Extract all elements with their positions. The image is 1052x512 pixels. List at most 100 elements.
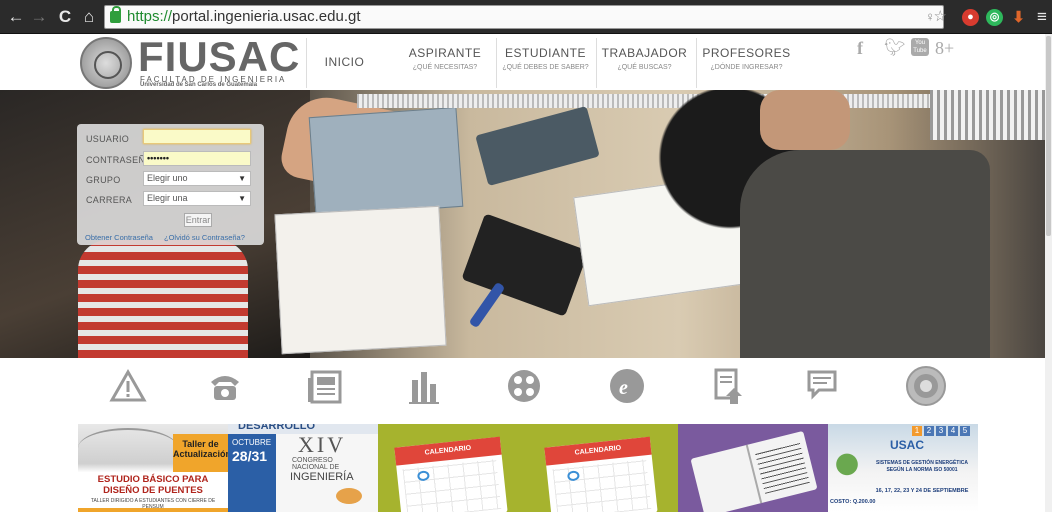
banner6-page-3[interactable]: 3 xyxy=(936,426,946,436)
menu-trabajador[interactable]: TRABAJADOR ¿QUÉ BUSCAS? xyxy=(596,38,692,88)
hero-calculator-1 xyxy=(475,106,600,186)
url-scheme: https:// xyxy=(127,8,173,25)
menu-inicio[interactable]: INICIO xyxy=(306,38,382,88)
banner2-line2: NACIONAL DE xyxy=(292,464,340,471)
banner2-roman: XIV xyxy=(298,432,347,457)
banner1-main: ESTUDIO BÁSICO PARA DISEÑO DE PUENTES xyxy=(97,474,209,496)
banner-congreso-ingenieria[interactable]: DESARROLLO OCTUBRE 28/31 XIV CONGRESO NA… xyxy=(228,424,378,512)
banner2-line1: CONGRESO xyxy=(292,457,333,464)
banner6-page-1[interactable]: 1 xyxy=(912,426,922,436)
calendar2-grid xyxy=(552,459,652,512)
banner6-line1: SISTEMAS DE GESTIÓN ENERGÉTICA xyxy=(876,460,968,466)
carrera-select[interactable]: Elegir una ▼ xyxy=(143,191,251,206)
grupo-select-value: Elegir uno xyxy=(147,173,188,183)
browser-toolbar: ← → C ⌂ https://portal.ingenieria.usac.e… xyxy=(0,0,1052,34)
hero-book xyxy=(308,106,464,218)
hero-right-hand xyxy=(760,90,850,150)
quick-links-row: e xyxy=(0,358,1045,424)
carrera-label: CARRERA xyxy=(86,195,133,205)
banner6-page-2[interactable]: 2 xyxy=(924,426,934,436)
address-bar[interactable]: https://portal.ingenieria.usac.edu.gt ♀ … xyxy=(104,5,947,29)
warning-icon[interactable] xyxy=(108,366,148,406)
banner2-date: 28/31 xyxy=(232,448,268,464)
site-header: FIUSAC FACULTAD DE INGENIERIA Universida… xyxy=(0,34,1045,90)
menu-trabajador-label: TRABAJADOR xyxy=(601,46,688,60)
film-reel-icon[interactable] xyxy=(504,366,544,406)
menu-estudiante[interactable]: ESTUDIANTE ¿QUÉ DEBES DE SABER? xyxy=(496,38,594,88)
twitter-icon[interactable]: 🐦︎ xyxy=(884,38,906,58)
scroll-thumb[interactable] xyxy=(1046,36,1051,236)
elearning-icon[interactable]: e xyxy=(607,366,647,406)
obtener-contrasena-link[interactable]: Obtener Contraseña xyxy=(85,233,153,242)
usuario-label: USUARIO xyxy=(86,134,130,144)
grupo-select[interactable]: Elegir uno ▼ xyxy=(143,171,251,186)
olvido-contrasena-link[interactable]: ¿Olvidó su Contraseña? xyxy=(164,233,245,242)
menu-aspirante-label: ASPIRANTE xyxy=(408,46,482,60)
carrera-select-value: Elegir una xyxy=(147,193,188,203)
login-form: USUARIO CONTRASEÑA ••••••• GRUPO Elegir … xyxy=(77,124,264,245)
url-host: portal.ingenieria.usac.edu.gt xyxy=(172,8,361,25)
banner2-logo-badge xyxy=(336,488,362,504)
svg-text:e: e xyxy=(619,377,628,399)
facebook-icon[interactable]: f xyxy=(857,38,863,59)
back-arrow-icon[interactable]: ← xyxy=(6,8,26,26)
menu-aspirante[interactable]: ASPIRANTE ¿QUÉ NECESITAS? xyxy=(398,38,492,88)
banner-taller-puentes[interactable]: Taller de Actualización ESTUDIO BÁSICO P… xyxy=(78,424,228,512)
usuario-input[interactable] xyxy=(143,129,251,144)
menu-profesores-label: PROFESORES xyxy=(702,46,791,60)
banner1-title: Taller de Actualización xyxy=(173,434,228,472)
hero-chair-back xyxy=(930,90,1045,140)
menu-icon[interactable]: ≡ xyxy=(1032,8,1052,26)
dropdown-arrow-icon: ▼ xyxy=(238,194,246,203)
document-upload-icon[interactable] xyxy=(708,366,748,406)
menu-estudiante-sub: ¿QUÉ DEBES DE SABER? xyxy=(502,64,589,71)
newspaper-icon[interactable] xyxy=(305,366,345,406)
banner1-stripe xyxy=(78,508,228,512)
download-extension-icon[interactable]: ⬇ xyxy=(1010,9,1027,26)
menu-inicio-label: INICIO xyxy=(324,55,365,69)
menu-profesores[interactable]: PROFESORES ¿DÓNDE INGRESAR? xyxy=(696,38,796,88)
telephone-icon[interactable] xyxy=(205,366,245,406)
logo-title[interactable]: FIUSAC xyxy=(138,34,300,80)
menu-trabajador-sub: ¿QUÉ BUSCAS? xyxy=(617,64,672,71)
bridge-graphic xyxy=(78,428,178,468)
youtube-icon[interactable]: You Tube xyxy=(911,38,929,56)
usac-seal-logo[interactable] xyxy=(80,37,132,89)
entrar-button[interactable]: Entrar xyxy=(184,213,212,227)
seal-stamp-icon[interactable] xyxy=(904,364,948,408)
banner6-cost: COSTO: Q.200.00 xyxy=(830,499,876,505)
reload-icon[interactable]: C xyxy=(55,8,75,26)
hero-striped-sweater xyxy=(78,240,248,358)
menu-profesores-sub: ¿DÓNDE INGRESAR? xyxy=(710,64,783,71)
logo-university: Universidad de San Carlos de Guatemala xyxy=(140,82,258,88)
banner6-line2: SEGÚN LA NORMA ISO 50001 xyxy=(886,467,958,473)
green-extension-icon[interactable]: ◎ xyxy=(986,9,1003,26)
plant-icon xyxy=(832,450,862,486)
hero-calculator-2 xyxy=(461,213,589,317)
adblock-extension-icon[interactable]: ● xyxy=(962,9,979,26)
googleplus-icon[interactable]: 8+ xyxy=(935,38,954,59)
banner6-page-5[interactable]: 5 xyxy=(960,426,970,436)
calendar1-page: CALENDARIO xyxy=(394,436,508,512)
notebook-graphic xyxy=(690,430,818,512)
calendar1-grid xyxy=(402,459,502,512)
notebook-lines xyxy=(754,440,810,494)
banner6-page-4[interactable]: 4 xyxy=(948,426,958,436)
menu-estudiante-label: ESTUDIANTE xyxy=(504,46,586,60)
lock-icon xyxy=(110,6,121,23)
bar-chart-icon[interactable] xyxy=(404,366,444,406)
banner-calendario-2[interactable]: CALENDARIO xyxy=(528,424,678,512)
forward-arrow-icon[interactable]: → xyxy=(29,8,49,26)
banner-cuaderno[interactable] xyxy=(678,424,828,512)
bookmark-star-icon[interactable]: ☆ xyxy=(934,6,947,28)
home-icon[interactable]: ⌂ xyxy=(79,8,99,26)
dropdown-arrow-icon: ▼ xyxy=(238,174,246,183)
banner2-line3: INGENIERÍA xyxy=(290,471,354,483)
banner-iso-50001[interactable]: 1 2 3 4 5 USAC SISTEMAS DE GESTIÓN ENERG… xyxy=(828,424,978,512)
grupo-label: GRUPO xyxy=(86,175,121,185)
menu-aspirante-sub: ¿QUÉ NECESITAS? xyxy=(412,64,478,71)
banner-calendario-1[interactable]: CALENDARIO xyxy=(378,424,528,512)
contrasena-label: CONTRASEÑA xyxy=(86,155,152,165)
contrasena-input[interactable]: ••••••• xyxy=(143,151,251,166)
chat-bubbles-icon[interactable] xyxy=(803,366,843,406)
